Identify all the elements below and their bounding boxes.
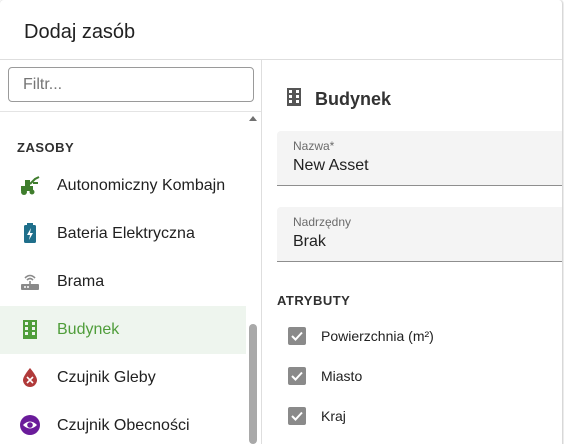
scroll-up-arrow-icon[interactable]	[248, 114, 258, 122]
list-item-label: Bateria Elektryczna	[57, 225, 195, 242]
parent-field[interactable]: Nadrzędny Brak	[277, 207, 562, 262]
list-item-label: Czujnik Gleby	[57, 369, 156, 386]
list-item-building[interactable]: Budynek	[0, 306, 246, 354]
list-item-label: Autonomiczny Kombajn	[57, 177, 226, 194]
list-item-autonomous-harvester[interactable]: Autonomiczny Kombajn	[0, 162, 246, 210]
router-icon	[21, 274, 39, 290]
dialog-header: Dodaj zasób	[0, 0, 562, 60]
attribute-label: Miasto	[321, 368, 363, 384]
asset-details-panel: Budynek Nazwa* New Asset Nadrzędny Brak …	[262, 60, 562, 444]
harvester-icon	[21, 176, 40, 195]
parent-field-label: Nadrzędny	[293, 215, 352, 229]
name-field-label: Nazwa*	[293, 139, 335, 153]
eye-icon	[20, 415, 40, 435]
list-divider	[0, 111, 261, 112]
filter-input[interactable]	[8, 67, 254, 102]
list-item-soil-sensor[interactable]: Czujnik Gleby	[0, 354, 246, 402]
asset-type-title: Budynek	[315, 89, 392, 109]
attributes-heading: ATRYBUTY	[277, 293, 351, 308]
add-asset-dialog: Dodaj zasób ZASOBY Autonomiczny Kombajn	[0, 0, 563, 444]
parent-field-value[interactable]: Brak	[293, 233, 326, 251]
list-item-presence-sensor[interactable]: Czujnik Obecności	[0, 402, 246, 444]
attribute-label: Kraj	[321, 408, 346, 424]
checkbox-checked-icon[interactable]	[288, 367, 306, 385]
list-item-label: Brama	[57, 273, 105, 290]
checkbox-checked-icon[interactable]	[288, 327, 306, 345]
battery-icon	[24, 223, 36, 243]
section-heading-assets: ZASOBY	[17, 140, 75, 155]
scrollbar-thumb[interactable]	[249, 324, 257, 444]
name-field-value[interactable]: New Asset	[293, 157, 369, 175]
building-icon	[287, 88, 301, 106]
dialog-title: Dodaj zasób	[24, 21, 136, 43]
list-item-electric-battery[interactable]: Bateria Elektryczna	[0, 210, 246, 258]
asset-type-panel: ZASOBY Autonomiczny Kombajn Bateria Elek…	[0, 60, 262, 444]
checkbox-checked-icon[interactable]	[288, 407, 306, 425]
list-item-label: Budynek	[57, 321, 120, 338]
list-item-gateway[interactable]: Brama	[0, 258, 246, 306]
soil-sensor-icon	[23, 368, 37, 387]
name-field[interactable]: Nazwa* New Asset	[277, 131, 562, 186]
list-item-label: Czujnik Obecności	[57, 417, 190, 434]
building-icon	[23, 320, 37, 339]
attribute-label: Powierzchnia (m²)	[321, 328, 434, 344]
